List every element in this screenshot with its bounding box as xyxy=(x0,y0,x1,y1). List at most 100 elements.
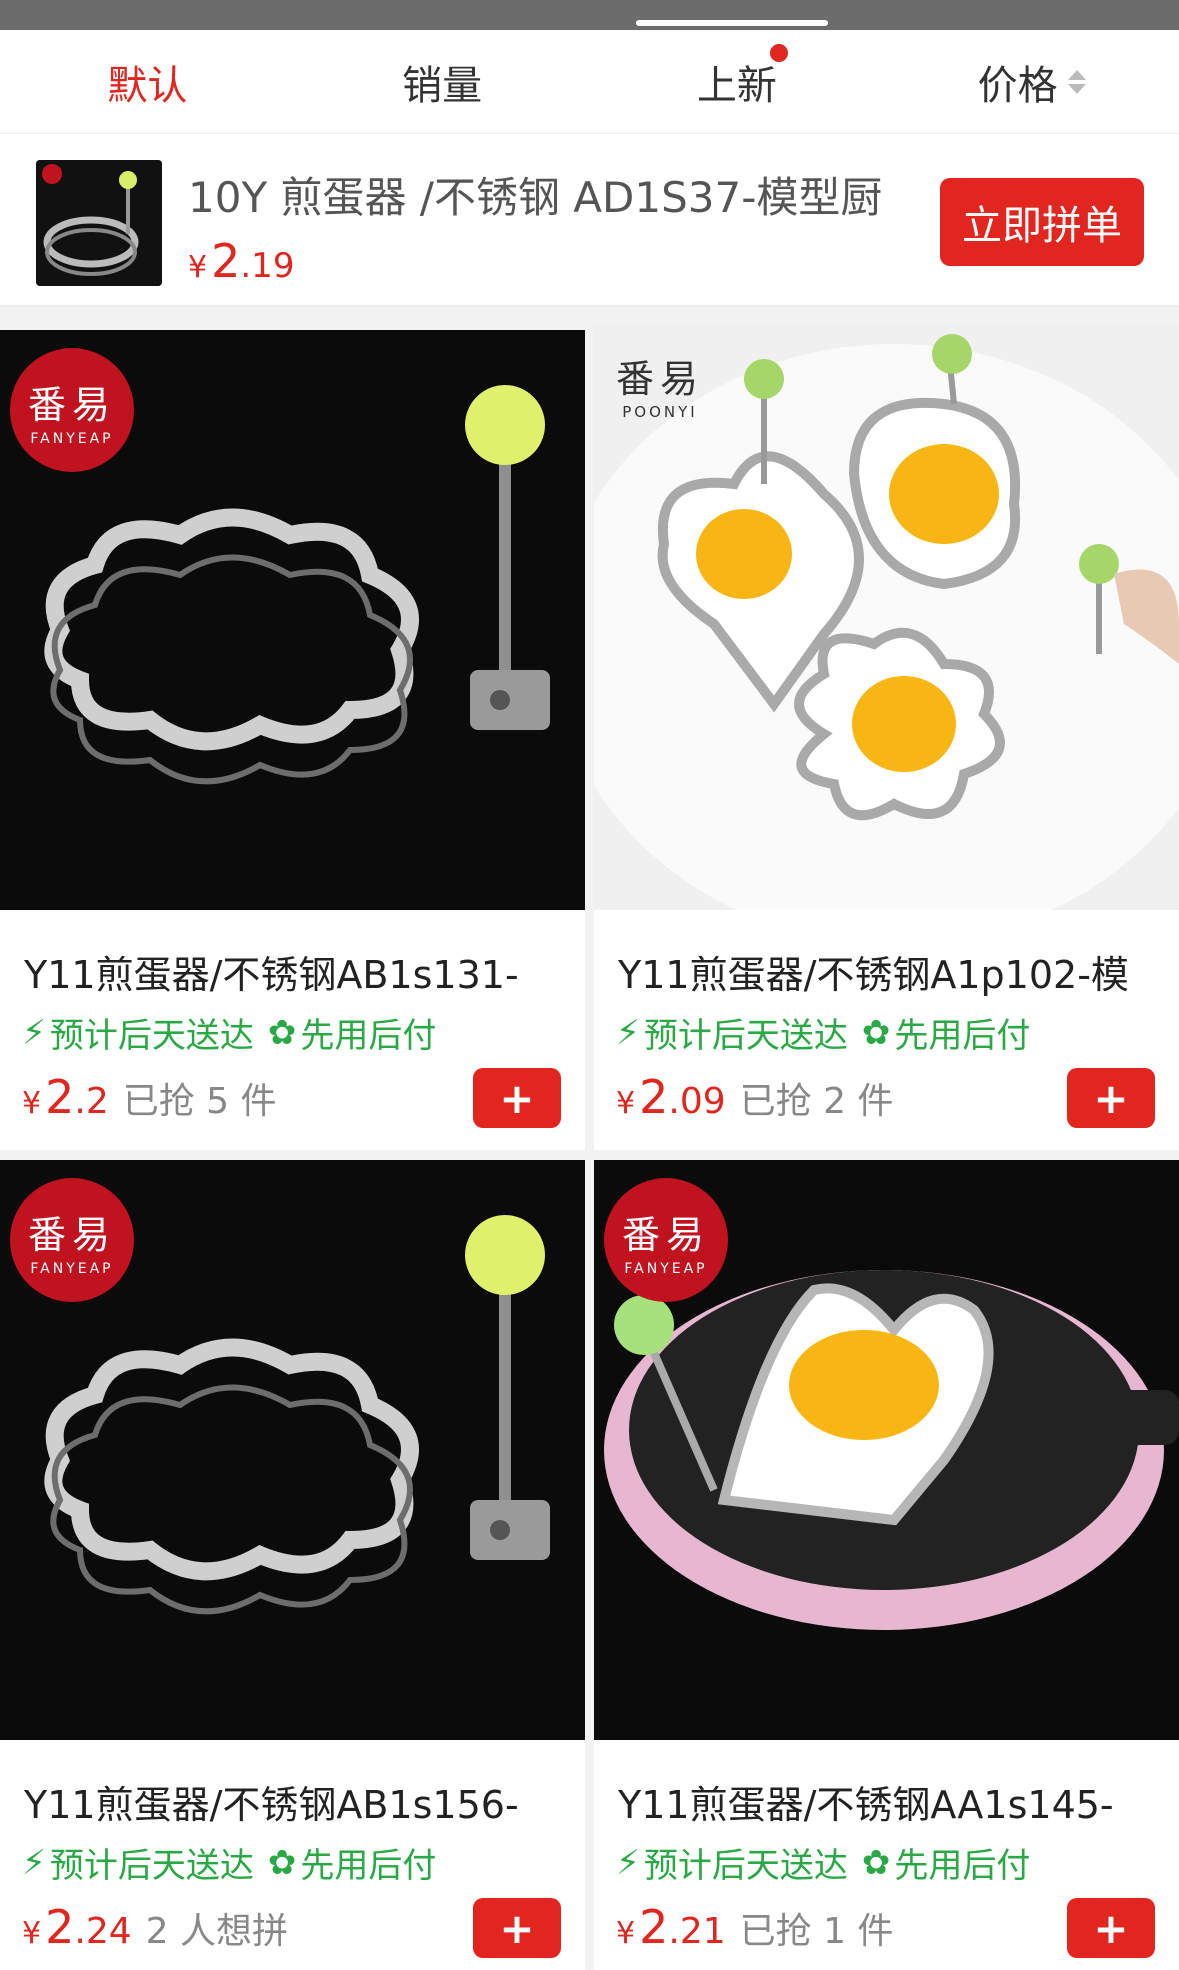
product-image: 番易 FANYEAP xyxy=(0,1160,585,1740)
new-dot-badge xyxy=(769,44,788,62)
tab-label: 上新 xyxy=(696,62,777,109)
product-card[interactable]: 番易 FANYEAP Y11煎蛋器/不锈钢AB1s156- ⚡ 预计后天送达 ✿ 先… xyxy=(0,1160,585,1970)
pay-later-text: 先用后付 xyxy=(300,1016,437,1056)
product-info: Y11煎蛋器/不锈钢AB1s131- ⚡ 预计后天送达 ✿ 先用后付 ¥ 2 .2 … xyxy=(0,910,585,1150)
price-decimal: .19 xyxy=(240,246,295,286)
tab-default[interactable]: 默认 xyxy=(0,30,295,133)
currency-symbol: ¥ xyxy=(616,1086,636,1121)
price-decimal: .21 xyxy=(668,1911,726,1952)
brand-name: 番易 xyxy=(616,357,705,401)
delivery-tag: ⚡ 预计后天送达 xyxy=(22,1008,254,1057)
tab-label: 价格 xyxy=(977,62,1058,109)
group-buy-button[interactable]: 立即拼单 xyxy=(940,178,1144,266)
product-image: 番易 POONYI xyxy=(594,324,1179,910)
delivery-text: 预计后天送达 xyxy=(643,1016,848,1056)
sort-bar: 默认 销量 上新 价格 xyxy=(0,30,1179,134)
brand-logo: 番易 FANYEAP xyxy=(604,1178,728,1302)
pay-later-text: 先用后付 xyxy=(894,1846,1031,1886)
shield-check-icon: ✿ xyxy=(267,1842,297,1883)
pay-later-text: 先用后付 xyxy=(300,1846,437,1886)
group-buy-banner[interactable]: 10Y 煎蛋器 /不锈钢 AD1S37-模型厨 ¥ 2 .19 立即拼单 xyxy=(0,134,1179,306)
sold-count: 已抢 5 件 xyxy=(122,1081,277,1122)
delivery-tag: ⚡ 预计后天送达 xyxy=(616,1838,848,1887)
product-title: Y11煎蛋器/不锈钢A1p102-模 xyxy=(618,953,1129,997)
pay-later-tag: ✿ 先用后付 xyxy=(862,1838,1031,1887)
brand-logo: 番易 FANYEAP xyxy=(10,348,134,472)
price-integer: 2 xyxy=(45,1070,75,1124)
add-to-cart-button[interactable]: + xyxy=(1067,1898,1155,1958)
price-row: ¥ 2 .2 已抢 5 件 xyxy=(22,1070,277,1124)
service-tags: ⚡ 预计后天送达 ✿ 先用后付 xyxy=(22,1838,436,1887)
brand-name: 番易 xyxy=(621,1212,710,1257)
price-integer: 2 xyxy=(639,1070,669,1124)
drag-handle[interactable] xyxy=(636,20,828,26)
delivery-text: 预计后天送达 xyxy=(643,1846,848,1886)
price-decimal: .2 xyxy=(74,1081,109,1122)
sold-count: 已抢 1 件 xyxy=(739,1911,894,1952)
brand-name-en: FANYEAP xyxy=(30,1260,114,1277)
lightning-icon: ⚡ xyxy=(616,1842,640,1883)
add-to-cart-button[interactable]: + xyxy=(473,1898,561,1958)
shield-check-icon: ✿ xyxy=(861,1842,891,1883)
product-card[interactable]: 番易 FANYEAP Y11煎蛋器/不锈钢AA1s145- ⚡ 预计后天送达 ✿ 先… xyxy=(594,1160,1179,1970)
price-decimal: .09 xyxy=(668,1081,726,1122)
add-to-cart-button[interactable]: + xyxy=(1067,1068,1155,1128)
brand-name-en: FANYEAP xyxy=(30,430,114,447)
tab-sales[interactable]: 销量 xyxy=(295,30,590,133)
service-tags: ⚡ 预计后天送达 ✿ 先用后付 xyxy=(616,1008,1030,1057)
product-info: Y11煎蛋器/不锈钢AB1s156- ⚡ 预计后天送达 ✿ 先用后付 ¥ 2 .24… xyxy=(0,1740,585,1970)
pay-later-text: 先用后付 xyxy=(894,1016,1031,1056)
lightning-icon: ⚡ xyxy=(22,1842,46,1883)
product-info: Y11煎蛋器/不锈钢AA1s145- ⚡ 预计后天送达 ✿ 先用后付 ¥ 2 .21… xyxy=(594,1740,1179,1970)
tab-label: 销量 xyxy=(402,62,483,109)
delivery-text: 预计后天送达 xyxy=(49,1016,254,1056)
lightning-icon: ⚡ xyxy=(616,1012,640,1053)
currency-symbol: ¥ xyxy=(188,250,208,285)
brand-logo: 番易 FANYEAP xyxy=(10,1178,134,1302)
product-image: 番易 FANYEAP xyxy=(594,1160,1179,1740)
shield-check-icon: ✿ xyxy=(267,1012,297,1053)
shield-check-icon: ✿ xyxy=(861,1012,891,1053)
group-buy-price: ¥ 2 .19 xyxy=(188,234,294,288)
sold-count: 已抢 2 件 xyxy=(739,1081,894,1122)
price-row: ¥ 2 .24 2 人想拼 xyxy=(22,1900,288,1954)
delivery-text: 预计后天送达 xyxy=(49,1846,254,1886)
tab-label: 默认 xyxy=(107,62,188,109)
currency-symbol: ¥ xyxy=(616,1916,636,1951)
brand-name-en: POONYI xyxy=(622,403,698,421)
pay-later-tag: ✿ 先用后付 xyxy=(268,1838,437,1887)
brand-name: 番易 xyxy=(27,1212,116,1257)
brand-name-en: FANYEAP xyxy=(624,1260,708,1277)
price-row: ¥ 2 .21 已抢 1 件 xyxy=(616,1900,893,1954)
price-row: ¥ 2 .09 已抢 2 件 xyxy=(616,1070,893,1124)
product-title: Y11煎蛋器/不锈钢AA1s145- xyxy=(618,1783,1114,1827)
price-integer: 2 xyxy=(45,1900,75,1954)
product-title: Y11煎蛋器/不锈钢AB1s156- xyxy=(24,1783,519,1827)
lightning-icon: ⚡ xyxy=(22,1012,46,1053)
product-image: 番易 FANYEAP xyxy=(0,330,585,910)
service-tags: ⚡ 预计后天送达 ✿ 先用后付 xyxy=(22,1008,436,1057)
delivery-tag: ⚡ 预计后天送达 xyxy=(22,1838,254,1887)
price-integer: 2 xyxy=(211,234,241,288)
currency-symbol: ¥ xyxy=(22,1086,42,1121)
product-card[interactable]: 番易 FANYEAP Y11煎蛋器/不锈钢AB1s131- ⚡ 预计后天送达 ✿ 先… xyxy=(0,330,585,1150)
currency-symbol: ¥ xyxy=(22,1916,42,1951)
group-buy-title: 10Y 煎蛋器 /不锈钢 AD1S37-模型厨 xyxy=(188,173,883,222)
service-tags: ⚡ 预计后天送达 ✿ 先用后付 xyxy=(616,1838,1030,1887)
updown-arrows-icon xyxy=(1067,69,1086,94)
product-card[interactable]: 番易 POONYI Y11煎蛋器/不锈钢A1p102-模 ⚡ 预计后天送达 ✿ 先用… xyxy=(594,324,1179,1150)
pay-later-tag: ✿ 先用后付 xyxy=(862,1008,1031,1057)
tab-price[interactable]: 价格 xyxy=(884,30,1179,133)
add-to-cart-button[interactable]: + xyxy=(473,1068,561,1128)
product-info: Y11煎蛋器/不锈钢A1p102-模 ⚡ 预计后天送达 ✿ 先用后付 ¥ 2 .09… xyxy=(594,910,1179,1150)
price-integer: 2 xyxy=(639,1900,669,1954)
sold-count: 2 人想拼 xyxy=(145,1911,288,1952)
delivery-tag: ⚡ 预计后天送达 xyxy=(616,1008,848,1057)
price-decimal: .24 xyxy=(74,1911,132,1952)
pay-later-tag: ✿ 先用后付 xyxy=(268,1008,437,1057)
product-thumbnail xyxy=(36,160,162,286)
tab-new[interactable]: 上新 xyxy=(590,30,885,133)
product-title: Y11煎蛋器/不锈钢AB1s131- xyxy=(24,953,519,997)
brand-name: 番易 xyxy=(27,382,116,427)
brand-logo: 番易 POONYI xyxy=(616,348,704,421)
